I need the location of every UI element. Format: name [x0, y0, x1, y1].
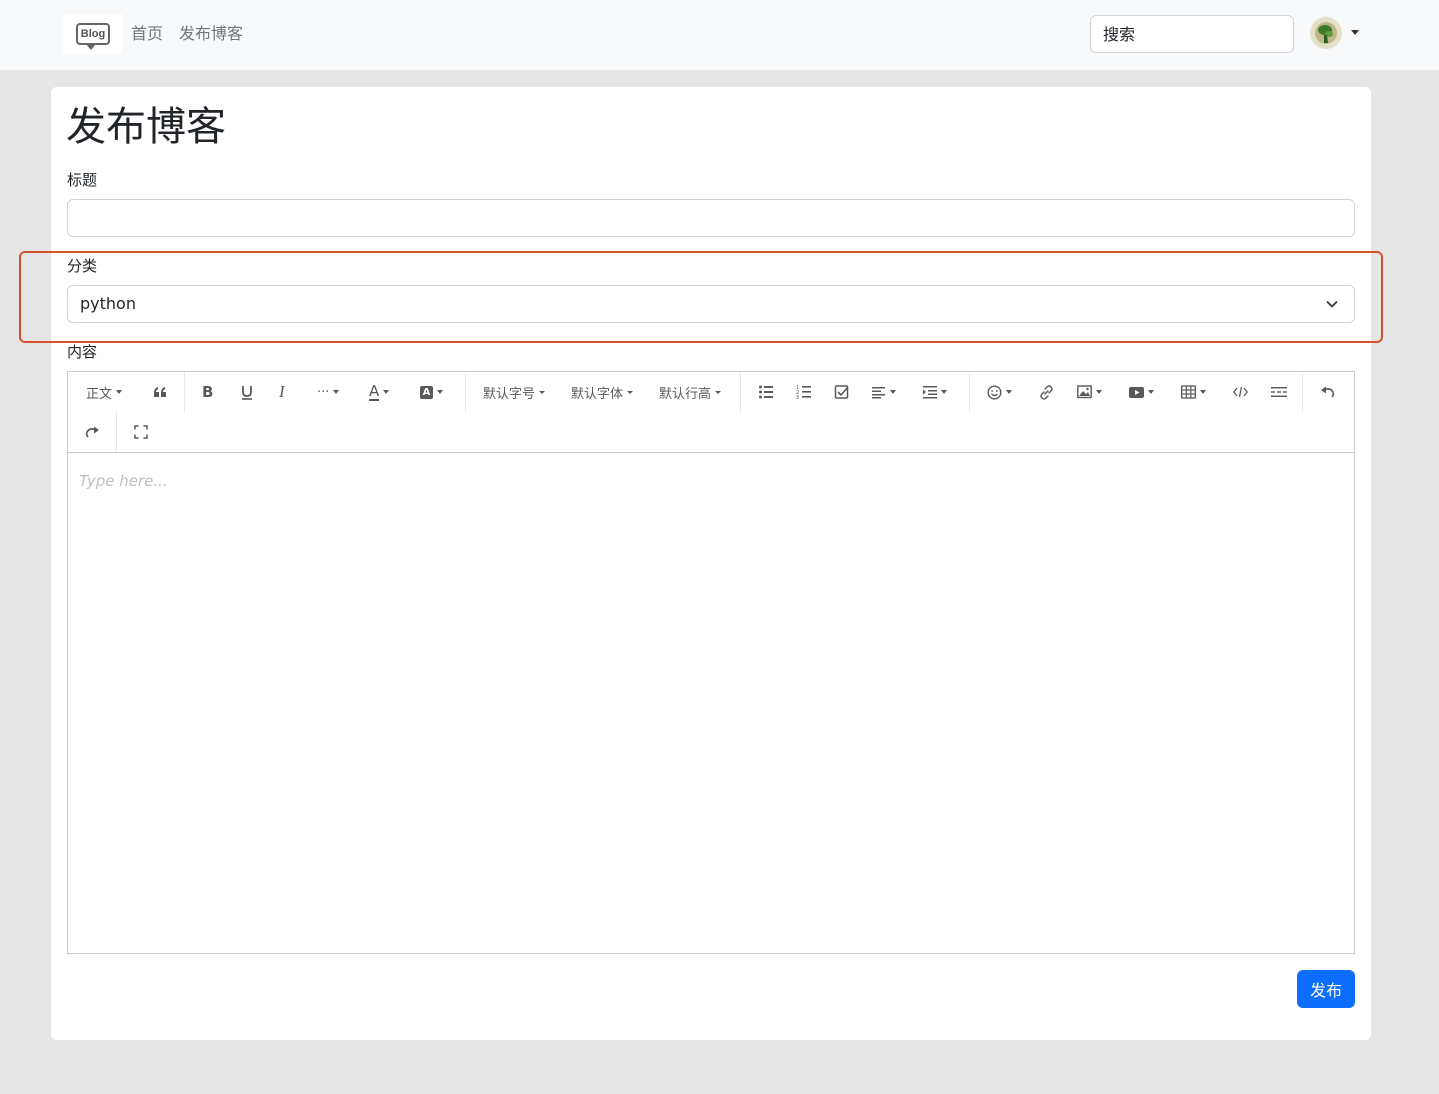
navbar: Blog 首页 发布博客 [0, 0, 1439, 70]
bullet-list-icon[interactable] [758, 380, 774, 404]
font-size-dropdown[interactable]: 默认字号 [483, 380, 546, 404]
bg-color-dropdown[interactable]: A [420, 380, 443, 404]
quote-icon[interactable] [152, 380, 168, 404]
font-color-dropdown[interactable]: A [369, 380, 390, 404]
toolbar-divider [465, 372, 466, 412]
bg-color-icon: A [420, 385, 433, 399]
rich-text-editor: 正文 B I ··· A A 默认字号 默认字体 默认行高 1 2 3 Type… [67, 371, 1355, 954]
chevron-down-icon [1326, 301, 1338, 308]
editor-placeholder: Type here... [79, 472, 168, 490]
emoji-icon [987, 384, 1002, 400]
italic-icon[interactable]: I [279, 380, 285, 404]
more-icon: ··· [317, 384, 330, 400]
toolbar-divider [740, 372, 741, 412]
editor-content-area[interactable]: Type here... [68, 454, 1354, 953]
image-dropdown[interactable] [1077, 380, 1102, 404]
code-icon[interactable] [1233, 380, 1248, 404]
heading-dropdown-label: 正文 [86, 386, 113, 402]
emoji-dropdown[interactable] [987, 380, 1012, 404]
todo-icon[interactable] [834, 380, 850, 404]
redo-icon[interactable] [84, 420, 100, 444]
more-style-dropdown[interactable]: ··· [317, 380, 340, 404]
blog-logo-icon: Blog [76, 23, 110, 50]
image-icon [1077, 385, 1092, 399]
publish-button[interactable]: 发布 [1297, 970, 1355, 1008]
content-label: 内容 [67, 343, 98, 361]
avatar[interactable] [1310, 17, 1342, 49]
indent-dropdown[interactable] [923, 380, 947, 404]
heading-dropdown[interactable]: 正文 [86, 380, 123, 404]
search-input[interactable] [1090, 15, 1294, 53]
indent-icon [923, 386, 937, 399]
table-icon [1181, 385, 1196, 399]
toolbar-divider [1302, 372, 1303, 412]
numbered-list-icon[interactable]: 123 [796, 380, 812, 404]
toolbar-divider [116, 412, 117, 452]
font-color-icon: A [369, 382, 380, 401]
video-icon [1129, 386, 1144, 398]
undo-icon[interactable] [1320, 380, 1336, 404]
toolbar-divider [184, 372, 185, 412]
font-size-label: 默认字号 [483, 386, 536, 402]
avatar-dropdown-caret-icon[interactable] [1351, 30, 1359, 35]
title-input[interactable] [67, 199, 1355, 237]
align-icon [872, 387, 885, 399]
toolbar-divider [969, 372, 970, 412]
font-family-dropdown[interactable]: 默认字体 [571, 380, 634, 404]
logo-text: Blog [80, 28, 106, 40]
editor-toolbar: 正文 B I ··· A A 默认字号 默认字体 默认行高 1 2 3 [68, 372, 1354, 453]
category-select[interactable]: python [67, 285, 1355, 323]
divider-icon[interactable] [1271, 380, 1287, 404]
blog-logo[interactable]: Blog [63, 14, 123, 54]
video-dropdown[interactable] [1129, 380, 1154, 404]
font-family-label: 默认字体 [571, 386, 624, 402]
link-icon[interactable] [1039, 380, 1054, 404]
page-title: 发布博客 [66, 104, 226, 150]
category-selected-value: python [80, 294, 136, 313]
nav-link-home[interactable]: 首页 [131, 24, 163, 44]
svg-text:3: 3 [796, 395, 799, 400]
line-height-dropdown[interactable]: 默认行高 [659, 380, 722, 404]
nav-link-publish[interactable]: 发布博客 [179, 24, 243, 44]
title-label: 标题 [67, 171, 98, 189]
align-dropdown[interactable] [872, 380, 896, 404]
fullscreen-icon[interactable] [134, 420, 148, 444]
table-dropdown[interactable] [1181, 380, 1206, 404]
bold-icon[interactable]: B [202, 380, 213, 404]
category-label: 分类 [67, 257, 98, 275]
line-height-label: 默认行高 [659, 386, 712, 402]
underline-icon[interactable] [240, 380, 254, 404]
